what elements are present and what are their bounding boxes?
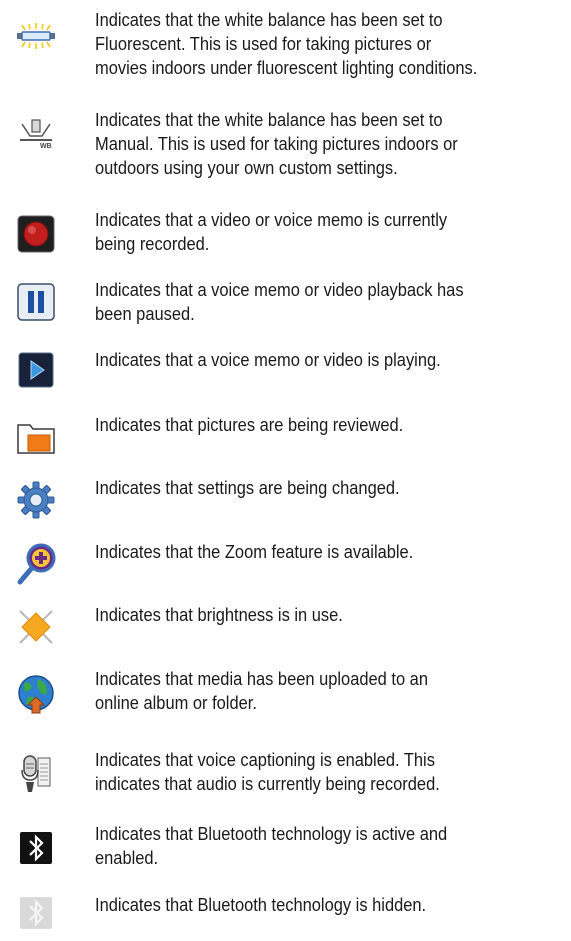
record-icon: [14, 212, 58, 256]
bluetooth-active-icon: [14, 826, 58, 870]
item-description: Indicates that the white balance has bee…: [95, 109, 458, 178]
item-description: Indicates that the white balance has bee…: [95, 9, 478, 78]
item-description: Indicates that Bluetooth technology is a…: [95, 823, 448, 868]
item-description: Indicates that pictures are being review…: [95, 414, 404, 435]
manual-white-balance-icon: WB: [14, 112, 58, 156]
zoom-icon: [14, 542, 58, 586]
fluorescent-white-balance-icon: [14, 14, 58, 58]
item-description: Indicates that the Zoom feature is avail…: [95, 541, 414, 562]
item-description: Indicates that voice captioning is enabl…: [95, 749, 440, 794]
item-description: Indicates that media has been uploaded t…: [95, 668, 428, 713]
item-description: Indicates that brightness is in use.: [95, 604, 343, 625]
online-upload-globe-icon: [14, 673, 58, 717]
item-description: Indicates that Bluetooth technology is h…: [95, 894, 427, 915]
pause-icon: [14, 280, 58, 324]
item-description: Indicates that a video or voice memo is …: [95, 209, 448, 254]
svg-text:WB: WB: [40, 143, 52, 150]
item-description: Indicates that a voice memo or video is …: [95, 349, 441, 370]
settings-gear-icon: [14, 478, 58, 522]
bluetooth-hidden-icon: [14, 891, 58, 935]
item-description: Indicates that a voice memo or video pla…: [95, 279, 464, 324]
play-icon: [14, 348, 58, 392]
brightness-icon: [14, 605, 58, 649]
voice-captioning-icon: [14, 752, 58, 796]
folder-icon: [14, 415, 58, 459]
item-description: Indicates that settings are being change…: [95, 477, 400, 498]
